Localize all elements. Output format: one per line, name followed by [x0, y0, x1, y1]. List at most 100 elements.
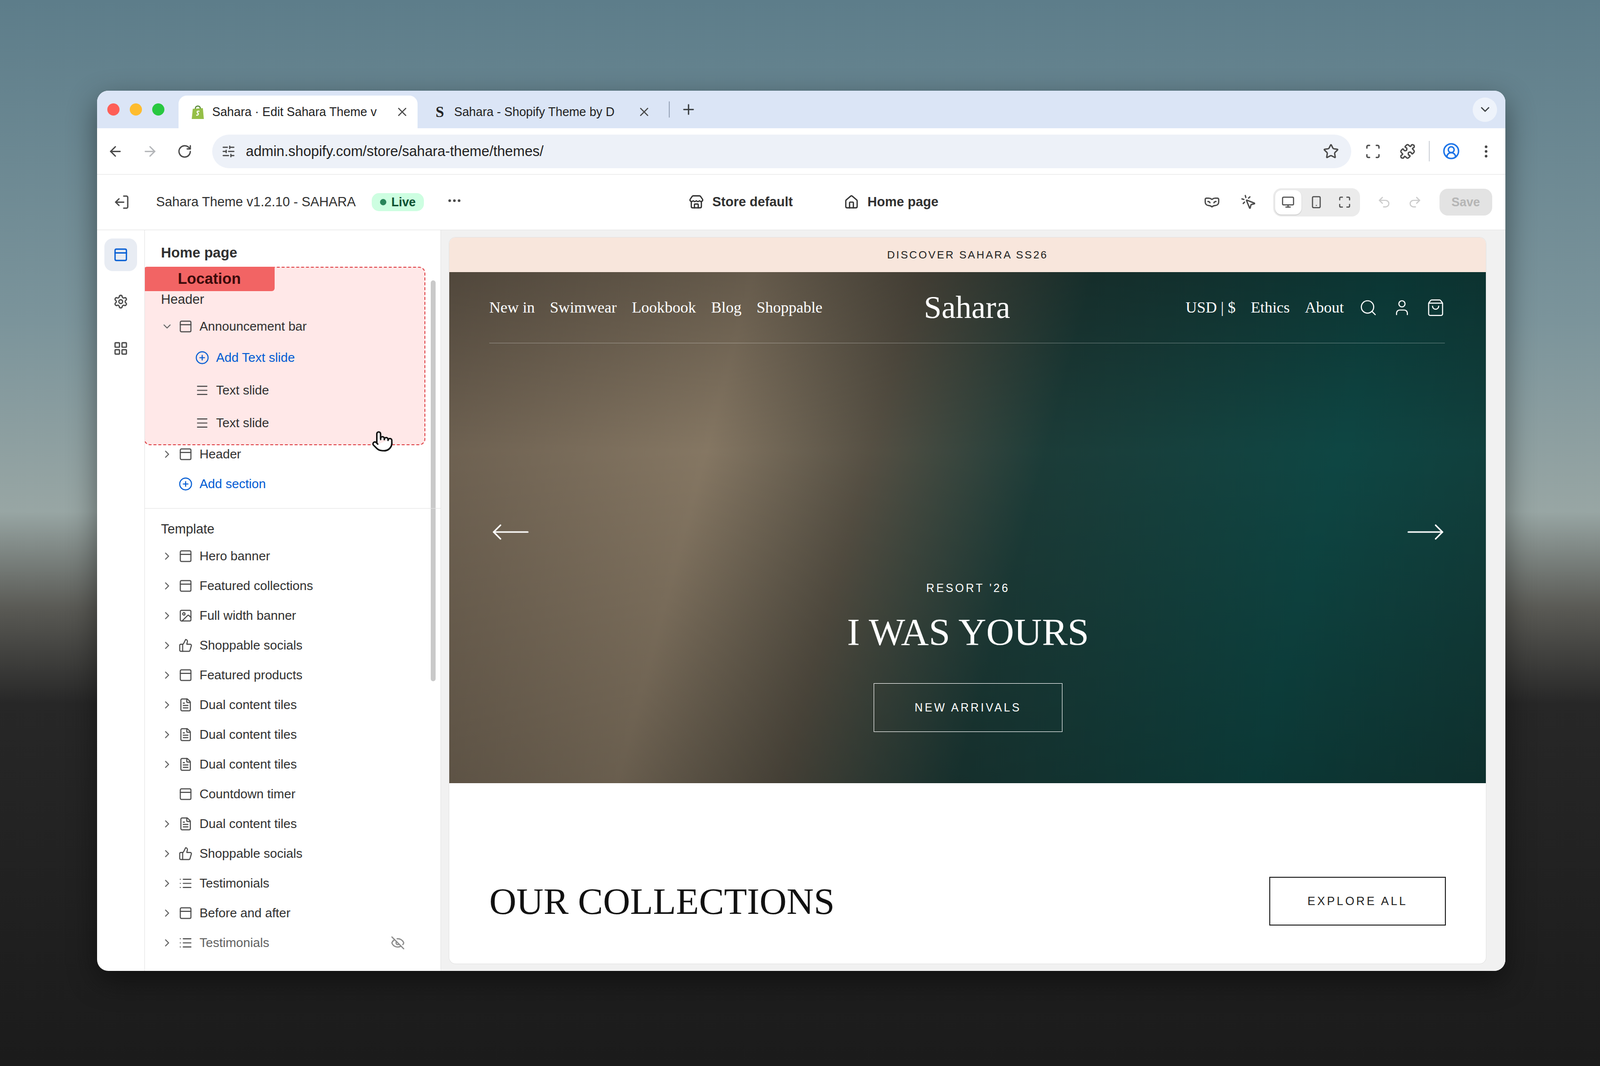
- chevron-right-icon[interactable]: [160, 448, 174, 461]
- browser-menu-button[interactable]: [1472, 138, 1500, 165]
- chevron-right-icon[interactable]: [160, 550, 174, 563]
- profile-button[interactable]: [1438, 138, 1465, 165]
- section-row[interactable]: Hero banner: [160, 541, 405, 572]
- chevron-cell[interactable]: [160, 550, 174, 563]
- explore-button[interactable]: EXPLORE ALL: [1269, 877, 1446, 926]
- chevron-right-icon[interactable]: [160, 847, 174, 860]
- chevron-cell[interactable]: [160, 699, 174, 712]
- chevron-cell[interactable]: [160, 669, 174, 682]
- nav-link[interactable]: Shoppable: [756, 298, 823, 317]
- eye-off-icon[interactable]: [390, 936, 405, 951]
- block-row[interactable]: Text slide: [160, 406, 405, 440]
- block-row[interactable]: Text slide: [160, 374, 405, 407]
- star-icon[interactable]: [1322, 143, 1340, 160]
- chevron-right-icon[interactable]: [160, 877, 174, 890]
- add-button[interactable]: Add section: [160, 469, 405, 500]
- rail-button[interactable]: [104, 238, 138, 272]
- redo-button[interactable]: [1402, 190, 1428, 215]
- minimize-light[interactable]: [129, 103, 142, 116]
- chevron-right-icon[interactable]: [160, 580, 174, 593]
- chevron-cell[interactable]: [160, 818, 174, 831]
- nav-link[interactable]: Swimwear: [549, 298, 617, 317]
- search-icon[interactable]: [1359, 298, 1378, 318]
- section-row[interactable]: Testimonials: [160, 868, 405, 899]
- chevron-right-icon[interactable]: [160, 818, 174, 831]
- store-logo[interactable]: Sahara: [923, 289, 1011, 326]
- save-button[interactable]: Save: [1439, 188, 1493, 216]
- extensions-button[interactable]: [1394, 138, 1421, 165]
- section-row[interactable]: Featured collections: [160, 571, 405, 601]
- device-button[interactable]: [1331, 190, 1359, 215]
- section-row[interactable]: Shoppable socials: [160, 839, 405, 869]
- rail-button[interactable]: [104, 285, 138, 319]
- zoom-light[interactable]: [152, 103, 165, 116]
- section-row[interactable]: Dual content tiles: [160, 690, 405, 720]
- chevron-right-icon[interactable]: [160, 639, 174, 652]
- nav-link[interactable]: About: [1304, 298, 1344, 317]
- nav-link[interactable]: Ethics: [1250, 298, 1290, 317]
- new-tab-button[interactable]: [676, 97, 701, 122]
- browser-tab[interactable]: Sahara · Edit Sahara Theme v: [178, 95, 418, 129]
- section-row[interactable]: Header: [160, 439, 405, 470]
- browser-tab[interactable]: SSahara - Shopify Theme by D: [420, 95, 660, 129]
- next-slide[interactable]: [1404, 511, 1446, 555]
- back-button[interactable]: [101, 138, 129, 165]
- nav-link[interactable]: New in: [489, 298, 535, 317]
- context-selector[interactable]: Home page: [843, 194, 939, 210]
- chevron-cell[interactable]: [160, 937, 174, 950]
- section-row[interactable]: Before and after: [160, 898, 405, 929]
- tab-search-button[interactable]: [1472, 97, 1498, 122]
- section-row[interactable]: Dual content tiles: [160, 749, 405, 780]
- chevron-right-icon[interactable]: [160, 609, 174, 622]
- forward-button[interactable]: [136, 138, 163, 165]
- chevron-right-icon[interactable]: [160, 728, 174, 741]
- capture-button[interactable]: [1359, 138, 1386, 165]
- nav-link[interactable]: Blog: [711, 298, 742, 317]
- section-row[interactable]: Featured products: [160, 660, 405, 691]
- chevron-right-icon[interactable]: [160, 669, 174, 682]
- undo-button[interactable]: [1372, 190, 1397, 215]
- section-row[interactable]: Dual content tiles: [160, 720, 405, 750]
- close-light[interactable]: [107, 103, 120, 116]
- chevron-cell[interactable]: [160, 609, 174, 622]
- device-button[interactable]: [1303, 190, 1330, 215]
- add-button[interactable]: Add Text slide: [160, 341, 405, 375]
- inspector-button[interactable]: [1236, 190, 1261, 215]
- section-row[interactable]: Dual content tiles: [160, 809, 405, 840]
- previous-slide[interactable]: [490, 511, 532, 555]
- context-selector[interactable]: Store default: [688, 194, 793, 210]
- section-row[interactable]: Testimonials: [160, 928, 405, 959]
- chevron-cell[interactable]: [160, 877, 174, 890]
- nav-link[interactable]: USD | $: [1185, 298, 1236, 317]
- announcement-bar[interactable]: DISCOVER SAHARA SS26: [449, 237, 1486, 273]
- device-button[interactable]: [1275, 190, 1302, 215]
- section-row[interactable]: Full width banner: [160, 600, 405, 631]
- section-row[interactable]: Countdown timer: [160, 779, 405, 810]
- chevron-right-icon[interactable]: [160, 907, 174, 920]
- chevron-cell[interactable]: [160, 847, 174, 860]
- chevron-right-icon[interactable]: [160, 937, 174, 950]
- chevron-cell[interactable]: [160, 580, 174, 593]
- section-row[interactable]: Announcement bar: [160, 311, 405, 342]
- chevron-right-icon[interactable]: [160, 699, 174, 712]
- chevron-cell[interactable]: [160, 758, 174, 771]
- close-icon[interactable]: [395, 104, 410, 120]
- scrollbar-thumb[interactable]: [430, 280, 436, 682]
- address-bar[interactable]: admin.shopify.com/store/sahara-theme/the…: [212, 134, 1352, 169]
- chevron-down-icon[interactable]: [160, 320, 174, 333]
- close-icon[interactable]: [637, 104, 652, 120]
- nav-link[interactable]: Lookbook: [631, 298, 697, 317]
- chevron-cell[interactable]: [160, 320, 174, 333]
- preview-button[interactable]: [1200, 190, 1225, 215]
- site-settings-icon[interactable]: [221, 144, 236, 159]
- section-row[interactable]: Shoppable socials: [160, 630, 405, 661]
- chevron-cell[interactable]: [160, 728, 174, 741]
- chevron-cell[interactable]: [160, 639, 174, 652]
- cart-icon[interactable]: [1426, 298, 1445, 318]
- account-icon[interactable]: [1392, 298, 1412, 318]
- chevron-cell[interactable]: [160, 448, 174, 461]
- more-actions[interactable]: [446, 192, 463, 213]
- exit-button[interactable]: [109, 190, 134, 215]
- hero-button[interactable]: NEW ARRIVALS: [873, 683, 1063, 733]
- hero-banner[interactable]: New in Swimwear Lookbook Blog Shoppable Sahar…: [449, 272, 1486, 784]
